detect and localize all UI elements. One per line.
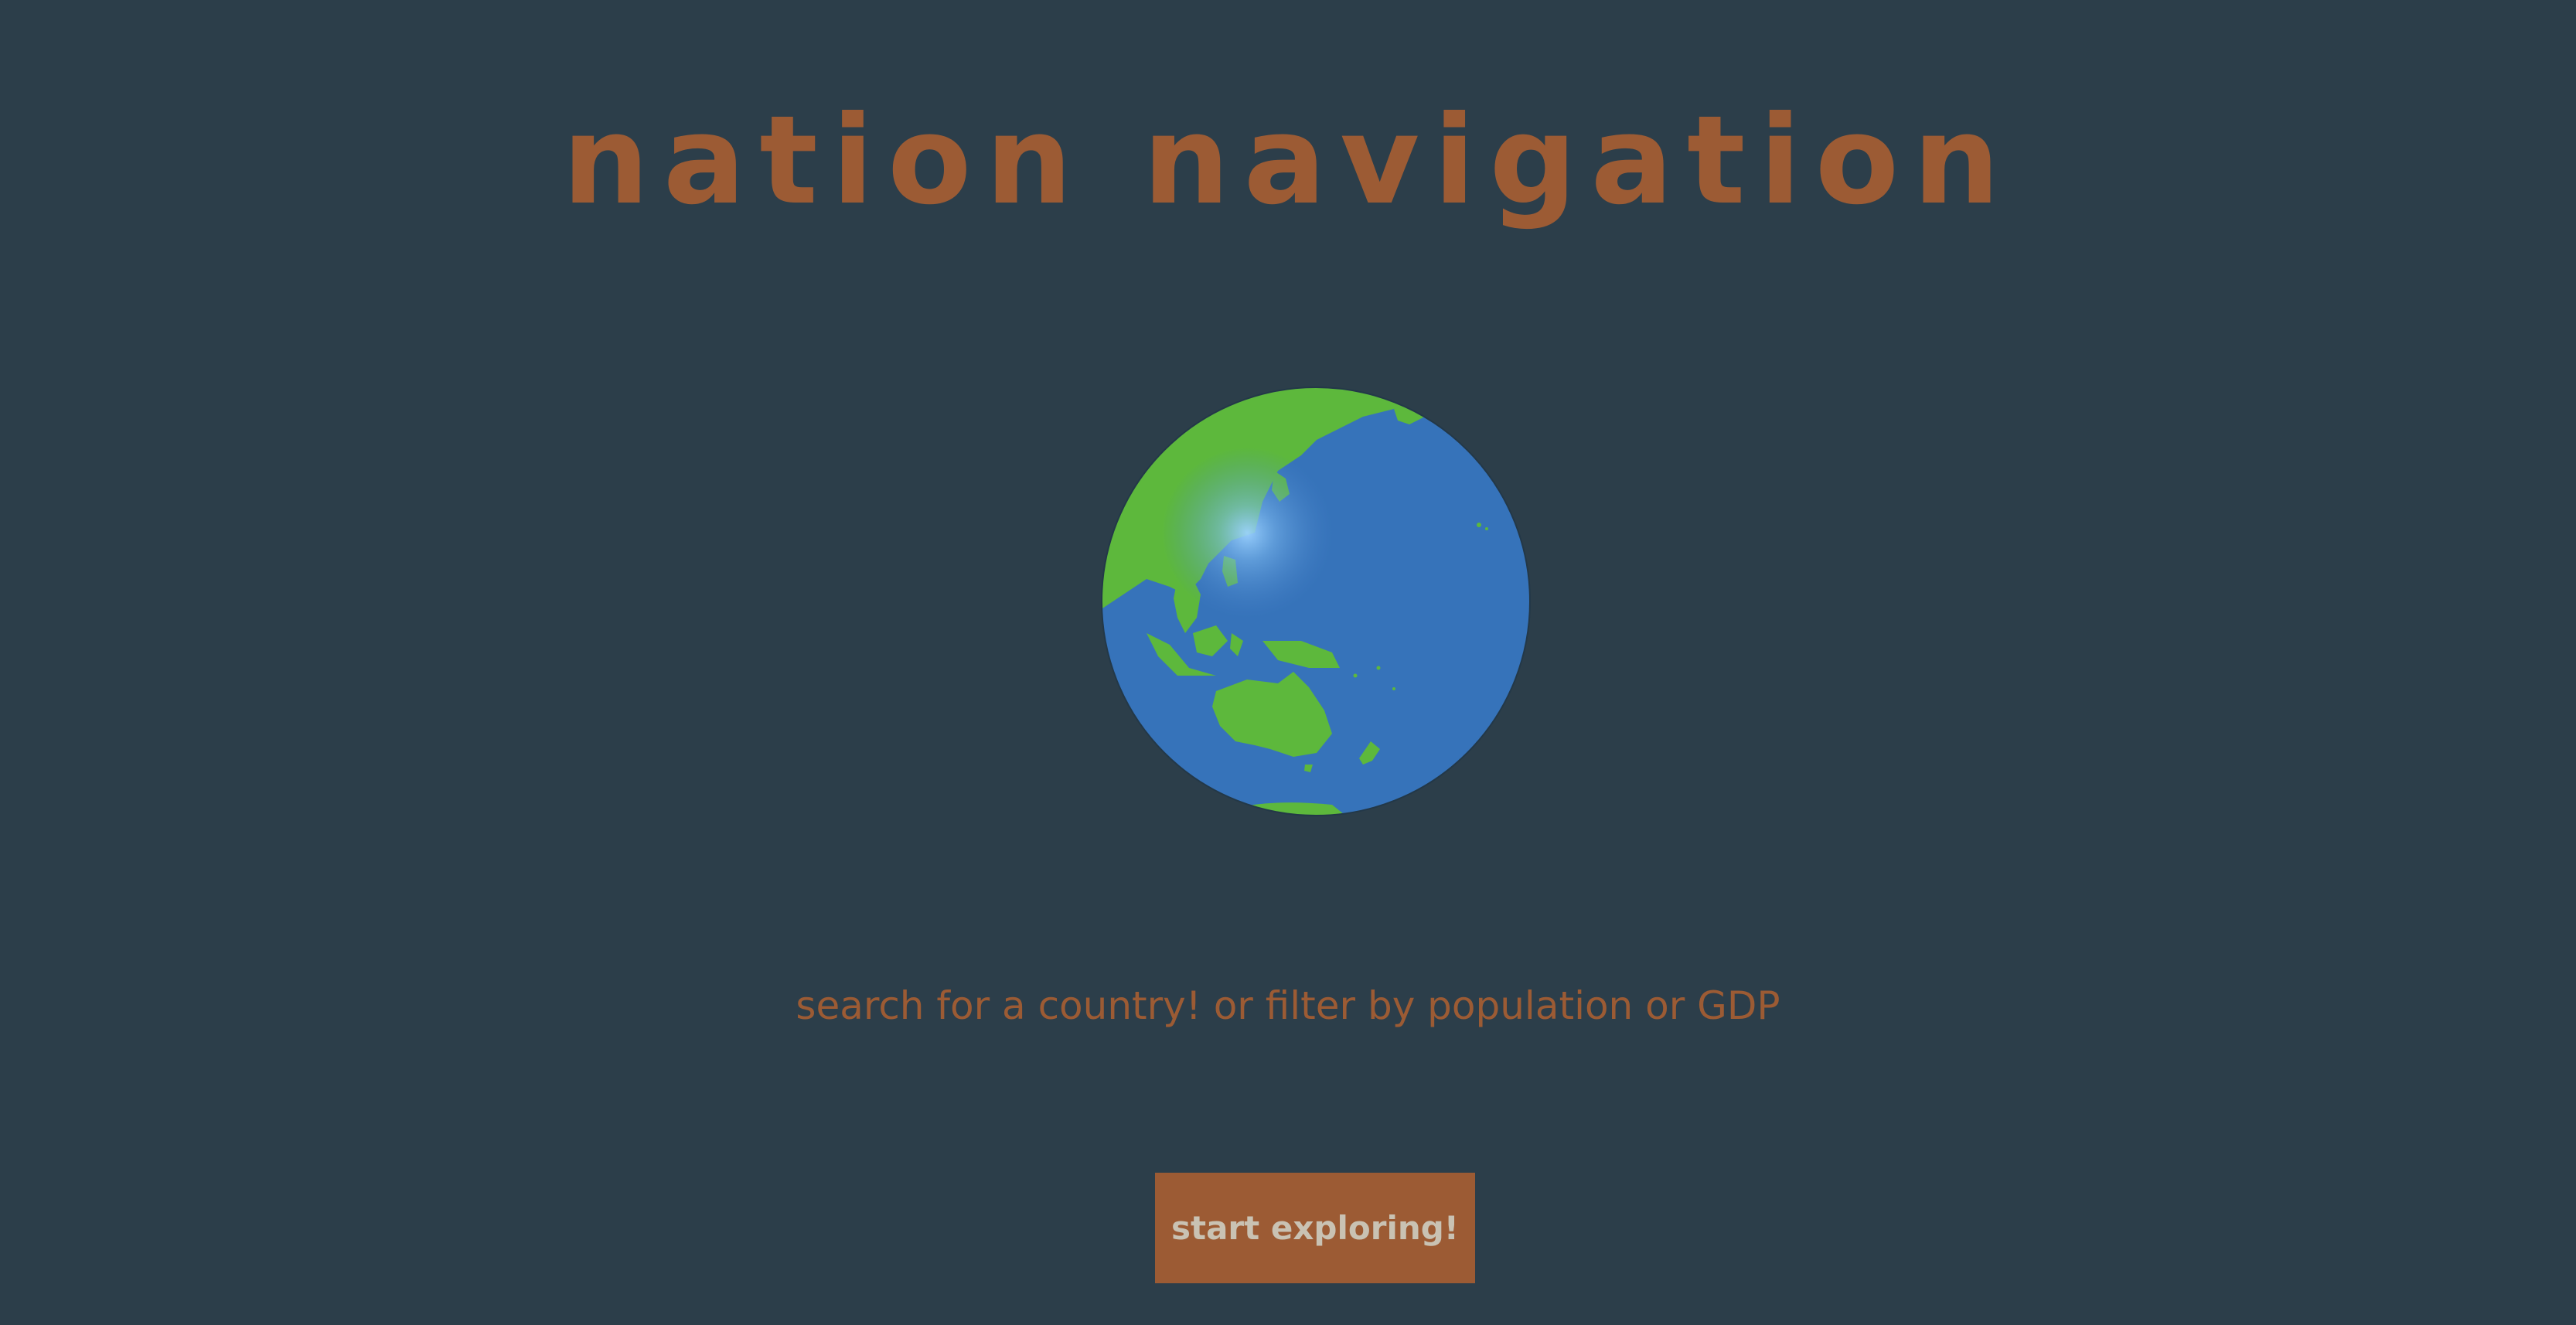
page-title: nation navigation	[562, 90, 2014, 232]
landing-page: nation navigation search for a country! …	[0, 0, 2576, 1325]
tagline-text: search for a country! or filter by popul…	[796, 983, 1780, 1028]
globe-icon	[1100, 386, 1532, 817]
start-exploring-button[interactable]: start exploring!	[1155, 1173, 1475, 1283]
